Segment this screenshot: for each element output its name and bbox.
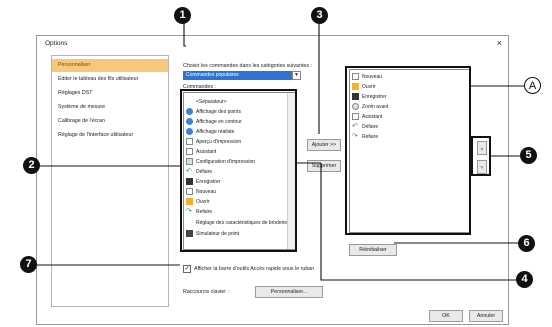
callout-lines xyxy=(36,24,524,281)
callout-2: 2 xyxy=(23,157,40,174)
callout-5: 5 xyxy=(520,147,537,164)
callout-4: 4 xyxy=(516,271,533,288)
callout-1: 1 xyxy=(174,7,191,24)
callout-3: 3 xyxy=(311,7,328,24)
callout-7: 7 xyxy=(20,256,37,273)
callout-6: 6 xyxy=(518,235,535,252)
callout-a: A xyxy=(524,77,541,94)
